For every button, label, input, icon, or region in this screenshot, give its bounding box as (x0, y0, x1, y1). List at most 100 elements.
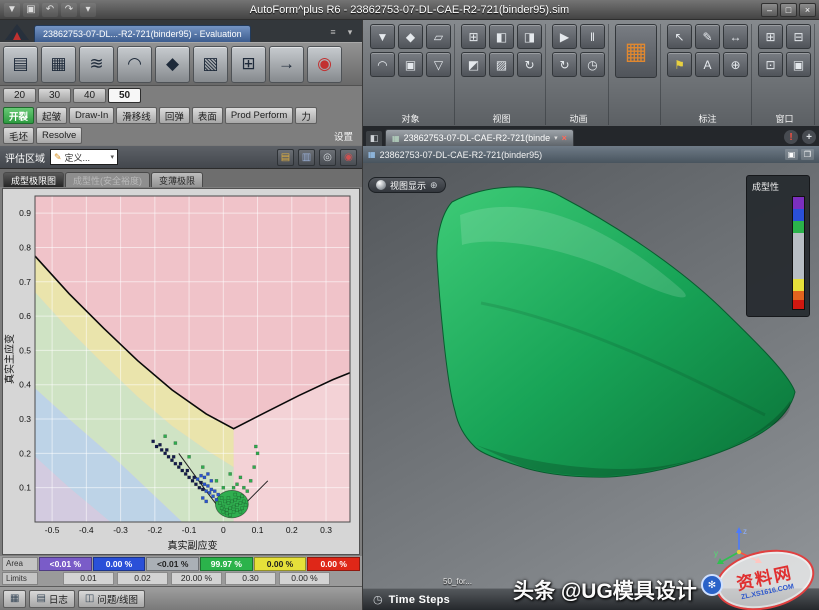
evaluation-region-dropdown[interactable]: ✎ 定义... ▾ (50, 149, 118, 165)
play-icon[interactable]: ▶ (552, 24, 577, 49)
window-cascade-icon[interactable]: ⊟ (786, 24, 811, 49)
text-label-icon[interactable]: A (695, 52, 720, 77)
palette-icon[interactable]: ◧ (366, 131, 382, 146)
autoform-logo (2, 22, 32, 42)
svg-text:0.9: 0.9 (19, 208, 31, 218)
alert-icon[interactable]: ! (784, 130, 798, 144)
svg-text:0.5: 0.5 (19, 345, 31, 355)
view-side-icon[interactable]: ◨ (517, 24, 542, 49)
add-view-button[interactable]: + (802, 130, 816, 144)
target-icon[interactable]: ◎ (319, 149, 336, 166)
histogram-icon[interactable]: ▥ (298, 149, 315, 166)
result-type-button-6[interactable]: Prod Perform (225, 107, 294, 124)
secondary-button-0[interactable]: 毛坯 (3, 127, 34, 144)
measure-icon[interactable]: ↔ (723, 24, 748, 49)
window-layout-tool[interactable]: ⊞ (231, 46, 266, 83)
result-type-button-2[interactable]: Draw-In (69, 107, 114, 124)
tab-close-icon[interactable]: × (562, 133, 567, 143)
layers-icon[interactable]: ▤ (277, 149, 294, 166)
viewport-3d[interactable]: 视图显示 ⊕ 成型性 z x y (363, 163, 819, 588)
result-type-button-7[interactable]: 力 (295, 107, 317, 124)
view-display-label: 视图显示 (390, 179, 426, 192)
undo-icon[interactable]: ↶ (42, 3, 58, 17)
secondary-button-1[interactable]: Resolve (36, 127, 82, 144)
pause-icon[interactable]: ‖ (580, 24, 605, 49)
evaluation-tab[interactable]: 23862753-07-DL...-R2-721(binder95) - Eva… (34, 25, 251, 42)
stage-button-50[interactable]: 50 (108, 88, 141, 103)
restore-view-icon[interactable]: ▣ (785, 149, 798, 160)
export-tool[interactable]: → (269, 46, 304, 83)
blank-object-icon[interactable]: ▼ (370, 24, 395, 49)
window-single-icon[interactable]: ⊡ (758, 52, 783, 77)
result-tab-2[interactable]: 变薄极限 (151, 172, 203, 187)
binder-object-icon[interactable]: ▱ (426, 24, 451, 49)
stage-button-20[interactable]: 20 (3, 88, 36, 103)
viewport-window-controls: ▣❐ (785, 149, 814, 160)
view-back-icon[interactable]: ▨ (489, 52, 514, 77)
area-cell-1: 0.00 % (93, 557, 146, 571)
tool-face-icon[interactable]: ▦ (615, 24, 657, 78)
toolbar-group-label-1: 视图 (461, 112, 542, 125)
app-menu-icon[interactable]: ▼ (4, 3, 20, 17)
view-front-icon[interactable]: ◧ (489, 24, 514, 49)
issues-button[interactable]: ◫问题/线图 (78, 590, 145, 608)
area-cells: <0.01 %0.00 %<0.01 %99.97 %0.00 %0.00 % (39, 557, 360, 571)
loop-icon[interactable]: ↻ (552, 52, 577, 77)
die-object-icon[interactable]: ◆ (398, 24, 423, 49)
settings-button[interactable]: 设置 (328, 129, 359, 143)
close-button[interactable]: × (799, 3, 816, 17)
save-icon[interactable]: ▣ (23, 3, 39, 17)
display-settings-tool[interactable]: ▤ (3, 46, 38, 83)
history-icon[interactable]: ▾ (80, 3, 96, 17)
window-tile-icon[interactable]: ⊞ (758, 24, 783, 49)
view-display-button[interactable]: 视图显示 ⊕ (368, 177, 446, 193)
marker-icon[interactable]: ◉ (340, 149, 357, 166)
collapse-panel-icon[interactable]: ▾ (343, 27, 357, 38)
result-type-button-5[interactable]: 表面 (192, 107, 223, 124)
section-tool[interactable]: ◠ (117, 46, 152, 83)
add-display-icon[interactable]: ⊕ (430, 180, 438, 191)
flag-icon[interactable]: ⚑ (667, 52, 692, 77)
redo-icon[interactable]: ↷ (61, 3, 77, 17)
pin-panel-icon[interactable]: ≡ (326, 27, 340, 38)
svg-text:0.3: 0.3 (320, 525, 332, 535)
annotate-pencil-icon[interactable]: ✎ (695, 24, 720, 49)
result-grid-tool[interactable]: ▦ (41, 46, 76, 83)
log-button[interactable]: ▤日志 (29, 590, 74, 608)
result-type-button-1[interactable]: 起皱 (36, 107, 67, 124)
result-tab-1[interactable]: 成型性(安全裕度) (65, 172, 150, 187)
cursor-icon[interactable]: ↖ (667, 24, 692, 49)
time-icon[interactable]: ◷ (580, 52, 605, 77)
view-iso-icon[interactable]: ◩ (461, 52, 486, 77)
evaluation-toolbar: ▤▦≋◠◆▧⊞→◉ (0, 42, 362, 86)
addendum-object-icon[interactable]: ▣ (398, 52, 423, 77)
stage-button-40[interactable]: 40 (73, 88, 106, 103)
display-orb-icon (376, 180, 386, 190)
document-tab[interactable]: ▦ 23862753-07-DL-CAE-R2-721(binde ▾ × (385, 129, 574, 146)
result-tab-0[interactable]: 成型极限图 (3, 172, 64, 187)
minimize-button[interactable]: – (761, 3, 778, 17)
probe-pin-tool[interactable]: ◉ (307, 46, 342, 83)
tab-dropdown-icon[interactable]: ▾ (554, 134, 558, 142)
result-type-button-3[interactable]: 滑移线 (116, 107, 157, 124)
time-steps-label: Time Steps (389, 594, 451, 606)
result-type-button-4[interactable]: 回弹 (159, 107, 190, 124)
stage-button-30[interactable]: 30 (38, 88, 71, 103)
geometry-check-tool[interactable]: ◆ (155, 46, 190, 83)
report-tool[interactable]: ▧ (193, 46, 228, 83)
punch-object-icon[interactable]: ◠ (370, 52, 395, 77)
area-cell-0: <0.01 % (39, 557, 92, 571)
window-new-icon[interactable]: ▣ (786, 52, 811, 77)
view-rotate-icon[interactable]: ↻ (517, 52, 542, 77)
close-view-icon[interactable]: ❐ (801, 149, 814, 160)
fld-chart[interactable]: -0.5-0.4-0.3-0.2-0.100.10.20.30.10.20.30… (2, 188, 360, 555)
add-note-icon[interactable]: ⊕ (723, 52, 748, 77)
grid-toggle-button[interactable]: ▦ (3, 590, 26, 608)
result-type-button-0[interactable]: 开裂 (3, 107, 34, 124)
maximize-button[interactable]: □ (780, 3, 797, 17)
flow-lines-tool[interactable]: ≋ (79, 46, 114, 83)
metrics-table: Area <0.01 %0.00 %<0.01 %99.97 %0.00 %0.… (0, 556, 362, 586)
part-object-icon[interactable]: ▽ (426, 52, 451, 77)
view-top-icon[interactable]: ⊞ (461, 24, 486, 49)
window-title: AutoForm^plus R6 - 23862753-07-DL-CAE-R2… (0, 4, 819, 16)
